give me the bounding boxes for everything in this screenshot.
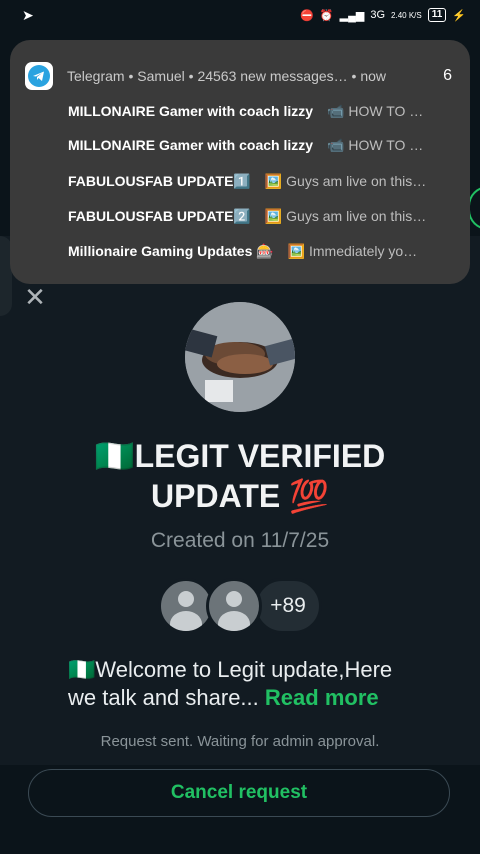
- message-sender: FABULOUSFAB UPDATE2️⃣: [68, 208, 251, 224]
- battery-icon: 11: [427, 8, 447, 22]
- notification-message: FABULOUSFAB UPDATE2️⃣ 🖼️ Guys am live on…: [68, 208, 454, 228]
- message-text: 🖼️ Guys am live on this…: [264, 173, 427, 189]
- app-name: Telegram: [67, 68, 125, 84]
- notification-summary-text: 24563 new messages…: [197, 68, 348, 84]
- message-sender: Millionaire Gaming Updates 🎰: [68, 243, 274, 259]
- request-status: Request sent. Waiting for admin approval…: [100, 733, 380, 750]
- telegram-icon: [25, 62, 53, 90]
- avatar: [206, 578, 262, 634]
- group-title: 🇳🇬LEGIT VERIFIED UPDATE 💯: [94, 438, 386, 514]
- message-sender: MILLONAIRE Gamer with coach lizzy: [68, 137, 314, 153]
- dnd-icon: ⛔: [300, 9, 314, 22]
- extra-members-count: +89: [254, 578, 322, 634]
- close-button[interactable]: ✕: [22, 284, 48, 310]
- cancel-request-button[interactable]: Cancel request: [28, 769, 450, 817]
- group-photo: [185, 302, 295, 412]
- notification-summary: Telegram • Samuel • 24563 new messages… …: [67, 68, 387, 84]
- group-description: 🇳🇬Welcome to Legit update,Here we talk a…: [68, 656, 418, 712]
- message-text: 📹 HOW TO …: [327, 137, 424, 153]
- signal-icon: ▂▄▆: [339, 9, 365, 22]
- message-sender: MILLONAIRE Gamer with coach lizzy: [68, 103, 314, 119]
- notification-message: MILLONAIRE Gamer with coach lizzy 📹 HOW …: [68, 137, 454, 157]
- notification-time: now: [360, 68, 387, 84]
- status-icons: ⛔ ⏰ ▂▄▆ 3G 2.40 K/S 11 ⚡: [300, 8, 466, 22]
- notification-message: FABULOUSFAB UPDATE1️⃣ 🖼️ Guys am live on…: [68, 173, 454, 193]
- network-label: 3G: [370, 9, 386, 21]
- alarm-icon: ⏰: [319, 9, 334, 22]
- member-avatars[interactable]: +89: [158, 578, 322, 634]
- message-text: 🖼️ Immediately yo…: [287, 243, 418, 259]
- notification-header: Telegram • Samuel • 24563 new messages… …: [25, 62, 452, 90]
- telegram-notification[interactable]: Telegram • Samuel • 24563 new messages… …: [10, 40, 470, 284]
- telegram-send-icon: ➤: [22, 6, 34, 23]
- notification-sender: Samuel: [137, 68, 185, 84]
- hands-image: [185, 302, 295, 412]
- message-text: 📹 HOW TO …: [327, 103, 424, 119]
- speed-label: 2.40 K/S: [391, 10, 422, 20]
- message-text: 🖼️ Guys am live on this…: [264, 208, 427, 224]
- notification-count: 6: [443, 67, 452, 84]
- read-more-link[interactable]: Read more: [265, 685, 379, 710]
- status-bar: ➤ ⛔ ⏰ ▂▄▆ 3G 2.40 K/S 11 ⚡: [0, 0, 480, 30]
- created-date: Created on 11/7/25: [150, 529, 330, 552]
- message-sender: FABULOUSFAB UPDATE1️⃣: [68, 173, 251, 189]
- notification-message: MILLONAIRE Gamer with coach lizzy 📹 HOW …: [68, 103, 454, 123]
- notification-message: Millionaire Gaming Updates 🎰 🖼️ Immediat…: [68, 243, 454, 263]
- charging-icon: ⚡: [452, 9, 466, 22]
